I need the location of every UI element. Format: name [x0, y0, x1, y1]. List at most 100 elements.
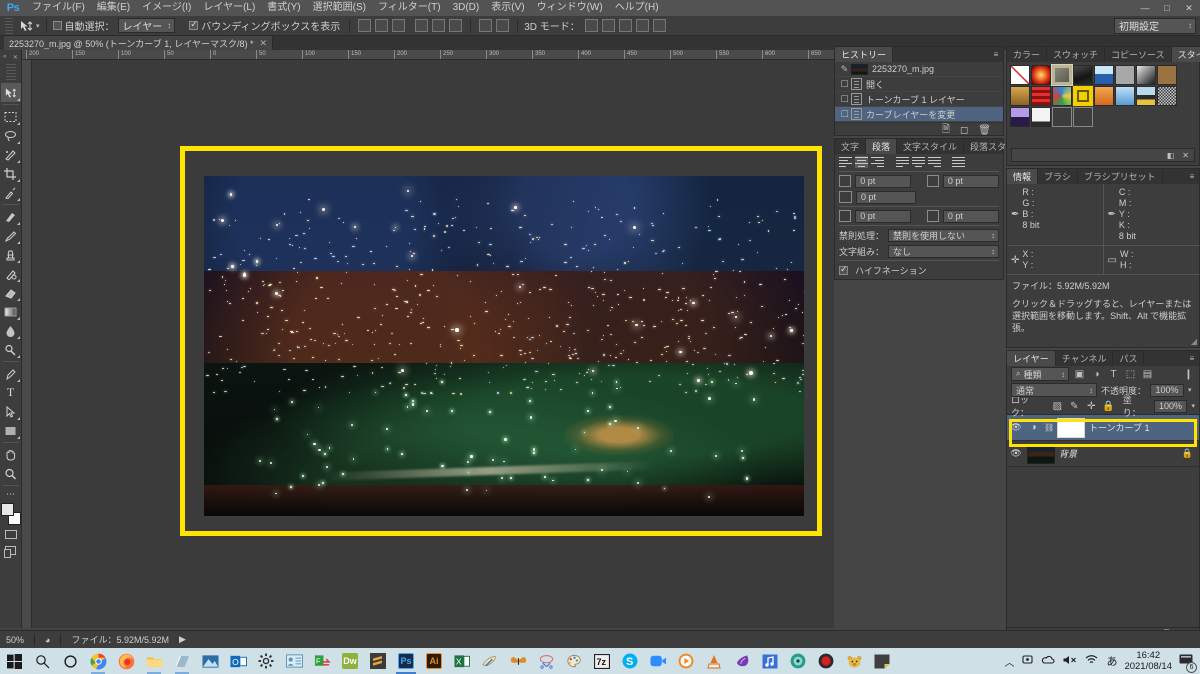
- menu-filter[interactable]: フィルター(T): [372, 0, 447, 16]
- justify-last-right-icon[interactable]: [928, 156, 941, 168]
- menu-layer[interactable]: レイヤー(L): [197, 0, 261, 16]
- bevel-style-swatch[interactable]: [1051, 64, 1073, 86]
- align-top-edges-icon[interactable]: [415, 19, 429, 32]
- shape-filter-icon[interactable]: ⬚: [1124, 368, 1137, 381]
- tab-styles[interactable]: スタイル: [1171, 47, 1200, 62]
- align-right-icon[interactable]: [871, 156, 884, 168]
- sky-style-swatch[interactable]: [1115, 86, 1135, 106]
- history-source-checkbox[interactable]: ☐: [838, 79, 851, 90]
- history-panel-menu-icon[interactable]: ≡: [989, 47, 1003, 62]
- 3d-roll-icon[interactable]: [601, 19, 615, 32]
- excel-icon[interactable]: X: [448, 648, 476, 674]
- red-glow-style-swatch[interactable]: [1031, 65, 1051, 85]
- type-tool[interactable]: T: [1, 383, 21, 402]
- tab-brush[interactable]: ブラシ: [1038, 169, 1078, 184]
- snipping-tool-icon[interactable]: [532, 648, 560, 674]
- pen-tool[interactable]: [1, 364, 21, 383]
- lock-all-icon[interactable]: 🔒: [1102, 400, 1115, 413]
- create-document-icon[interactable]: 🗎: [942, 122, 950, 139]
- auto-select-dropdown[interactable]: レイヤー: [117, 18, 176, 33]
- opacity-slider-arrow[interactable]: ▾: [1188, 386, 1192, 394]
- new-style-icon[interactable]: ◧: [1167, 151, 1175, 160]
- align-center-icon[interactable]: [855, 156, 868, 168]
- info-panel-menu-icon[interactable]: ≡: [1185, 169, 1199, 184]
- align-right-edges-icon[interactable]: [392, 19, 406, 32]
- layer-filter-type-dropdown[interactable]: ⌕ 種類: [1011, 367, 1069, 381]
- rectangular-marquee-tool[interactable]: [1, 107, 21, 126]
- gradient-tool[interactable]: [1, 302, 21, 321]
- edit-toolbar-icon[interactable]: ⋯: [1, 488, 21, 500]
- empty-style-swatch-1[interactable]: [1052, 107, 1072, 127]
- path-selection-tool[interactable]: [1, 402, 21, 421]
- skype-icon[interactable]: S: [616, 648, 644, 674]
- document-tab[interactable]: 2253270_m.jpg @ 50% (トーンカーブ 1, レイヤーマスク/8…: [4, 36, 273, 50]
- tab-brush-presets[interactable]: ブラシプリセット: [1078, 169, 1163, 184]
- layer-row-background[interactable]: 👁 背景 🔒: [1007, 441, 1199, 467]
- layer-visibility-icon[interactable]: 👁: [1009, 448, 1023, 459]
- maximize-button[interactable]: □: [1156, 0, 1178, 16]
- move-tool[interactable]: [0, 83, 21, 102]
- vlc-icon[interactable]: [700, 648, 728, 674]
- blue-gloss-style-swatch[interactable]: [1094, 65, 1114, 85]
- empty-style-swatch-2[interactable]: [1073, 107, 1093, 127]
- screen-mode-button[interactable]: [1, 543, 21, 558]
- purple-style-swatch[interactable]: [1010, 107, 1030, 127]
- hyphenation-checkbox[interactable]: [839, 264, 848, 275]
- sevenzip-icon[interactable]: 7z: [588, 648, 616, 674]
- file-explorer-icon[interactable]: [140, 648, 168, 674]
- tab-paragraph[interactable]: 段落: [866, 139, 898, 154]
- tools-panel-grip[interactable]: [5, 64, 16, 80]
- 3d-rotate-icon[interactable]: [584, 19, 598, 32]
- dodge-tool[interactable]: [1, 340, 21, 359]
- device-icon[interactable]: [1021, 654, 1034, 669]
- outlook-icon[interactable]: O: [224, 648, 252, 674]
- none-style-swatch[interactable]: [1010, 65, 1030, 85]
- status-bar-menu-arrow[interactable]: ▶: [179, 634, 186, 645]
- history-source-checkbox[interactable]: ☐: [838, 109, 851, 120]
- notepad-icon[interactable]: [168, 648, 196, 674]
- noise-style-swatch[interactable]: [1157, 86, 1177, 106]
- wifi-icon[interactable]: [1084, 654, 1099, 669]
- firefox-icon[interactable]: [112, 648, 140, 674]
- ime-indicator[interactable]: あ: [1106, 653, 1117, 669]
- menu-file[interactable]: ファイル(F): [26, 0, 91, 16]
- sticky-note-icon[interactable]: [868, 648, 896, 674]
- colorful-style-swatch[interactable]: [1052, 86, 1072, 106]
- menu-help[interactable]: ヘルプ(H): [609, 0, 665, 16]
- align-bottom-edges-icon[interactable]: [449, 19, 463, 32]
- space-before-field[interactable]: 0 pt: [855, 209, 912, 223]
- menu-window[interactable]: ウィンドウ(W): [531, 0, 609, 16]
- indent-first-line-field[interactable]: 0 pt: [856, 190, 916, 204]
- lock-image-pixels-icon[interactable]: ✎: [1068, 400, 1081, 413]
- tools-collapse-icon[interactable]: «: [3, 54, 6, 60]
- space-after-field[interactable]: 0 pt: [942, 209, 1000, 223]
- tab-info[interactable]: 情報: [1007, 169, 1039, 184]
- blend-mode-dropdown[interactable]: 通常: [1011, 383, 1097, 397]
- volume-mute-icon[interactable]: [1062, 654, 1077, 669]
- zoom-tool[interactable]: [1, 464, 21, 483]
- action-center-icon[interactable]: 6: [1179, 653, 1197, 673]
- sunset-style-swatch[interactable]: [1094, 86, 1114, 106]
- history-item-open[interactable]: ☐ 開く: [835, 77, 1003, 92]
- bear-icon[interactable]: [840, 648, 868, 674]
- cortana-icon[interactable]: [56, 648, 84, 674]
- eyedropper-tool[interactable]: [1, 183, 21, 202]
- fill-value[interactable]: 100%: [1153, 399, 1188, 413]
- 3d-pan-icon[interactable]: [618, 19, 632, 32]
- tab-channels[interactable]: チャンネル: [1056, 351, 1114, 366]
- taskbar-clock[interactable]: 16:42 2021/08/14: [1124, 650, 1172, 672]
- paint-palette-icon[interactable]: [560, 648, 588, 674]
- distribute-horizontal-icon[interactable]: [496, 19, 510, 32]
- lasso-tool[interactable]: [1, 126, 21, 145]
- dark-texture-style-swatch[interactable]: [1073, 65, 1093, 85]
- info-panel-resize-grip[interactable]: ◢: [1191, 337, 1197, 346]
- options-bar-grip[interactable]: [5, 17, 13, 34]
- brush-tool[interactable]: [1, 226, 21, 245]
- tab-layers[interactable]: レイヤー: [1007, 351, 1056, 366]
- layer-visibility-icon[interactable]: 👁: [1009, 422, 1023, 433]
- media-player-icon[interactable]: [672, 648, 700, 674]
- show-hidden-icons-chevron[interactable]: ︿: [1004, 654, 1014, 669]
- delete-style-icon[interactable]: ✕: [1182, 151, 1189, 160]
- indent-left-field[interactable]: 0 pt: [855, 174, 912, 188]
- history-item-curves-layer[interactable]: ☐ トーンカーブ 1 レイヤー: [835, 92, 1003, 107]
